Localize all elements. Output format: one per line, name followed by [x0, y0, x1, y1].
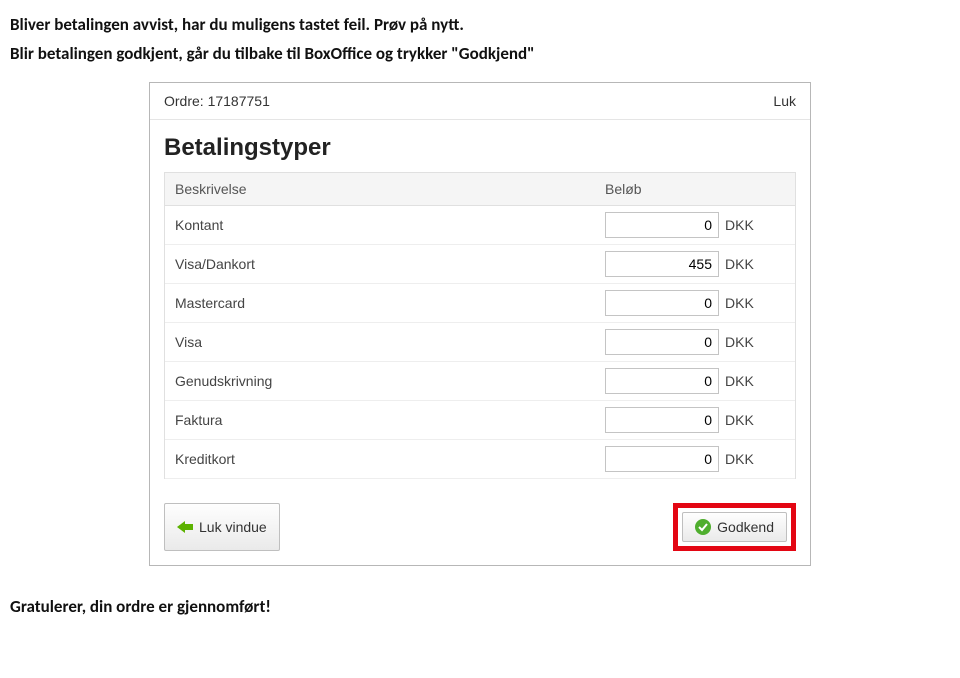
order-number: Ordre: 17187751: [164, 93, 270, 109]
row-desc-mastercard: Mastercard: [165, 285, 595, 321]
table-row: Genudskrivning DKK: [165, 362, 795, 401]
row-desc-faktura: Faktura: [165, 402, 595, 438]
close-window-label: Luk vindue: [199, 519, 267, 535]
amount-input-faktura[interactable]: [605, 407, 719, 433]
approve-button[interactable]: Godkend: [682, 512, 787, 542]
panel-footer: Luk vindue Godkend: [150, 489, 810, 565]
payment-panel: Ordre: 17187751 Luk Betalingstyper Beskr…: [149, 82, 811, 566]
amount-input-kreditkort[interactable]: [605, 446, 719, 472]
row-desc-kontant: Kontant: [165, 207, 595, 243]
currency-label: DKK: [725, 451, 754, 467]
amount-input-genudskrivning[interactable]: [605, 368, 719, 394]
grid-header: Beskrivelse Beløb: [165, 173, 795, 206]
table-row: Mastercard DKK: [165, 284, 795, 323]
currency-label: DKK: [725, 373, 754, 389]
row-desc-visa: Visa: [165, 324, 595, 360]
amount-input-visa[interactable]: [605, 329, 719, 355]
close-window-button[interactable]: Luk vindue: [164, 503, 280, 551]
table-row: Kontant DKK: [165, 206, 795, 245]
check-circle-icon: [695, 519, 711, 535]
currency-label: DKK: [725, 412, 754, 428]
panel-title: Betalingstyper: [150, 120, 810, 172]
row-desc-genudskrivning: Genudskrivning: [165, 363, 595, 399]
currency-label: DKK: [725, 295, 754, 311]
amount-input-kontant[interactable]: [605, 212, 719, 238]
table-row: Faktura DKK: [165, 401, 795, 440]
row-desc-visa-dankort: Visa/Dankort: [165, 246, 595, 282]
approve-label: Godkend: [717, 519, 774, 535]
table-row: Visa/Dankort DKK: [165, 245, 795, 284]
currency-label: DKK: [725, 217, 754, 233]
instruction-line-1: Bliver betalingen avvist, har du muligen…: [10, 14, 950, 35]
arrow-left-icon: [177, 521, 193, 533]
close-link[interactable]: Luk: [773, 93, 796, 109]
instruction-line-2: Blir betalingen godkjent, går du tilbake…: [10, 43, 950, 64]
payment-grid: Beskrivelse Beløb Kontant DKK Visa/Danko…: [164, 172, 796, 479]
column-header-amount: Beløb: [595, 173, 795, 205]
currency-label: DKK: [725, 334, 754, 350]
table-row: Visa DKK: [165, 323, 795, 362]
approve-highlight: Godkend: [673, 503, 796, 551]
column-header-description: Beskrivelse: [165, 173, 595, 205]
congrats-text: Gratulerer, din ordre er gjennomført!: [10, 596, 950, 617]
panel-header: Ordre: 17187751 Luk: [150, 83, 810, 120]
table-row: Kreditkort DKK: [165, 440, 795, 479]
amount-input-mastercard[interactable]: [605, 290, 719, 316]
amount-input-visa-dankort[interactable]: [605, 251, 719, 277]
row-desc-kreditkort: Kreditkort: [165, 441, 595, 477]
currency-label: DKK: [725, 256, 754, 272]
